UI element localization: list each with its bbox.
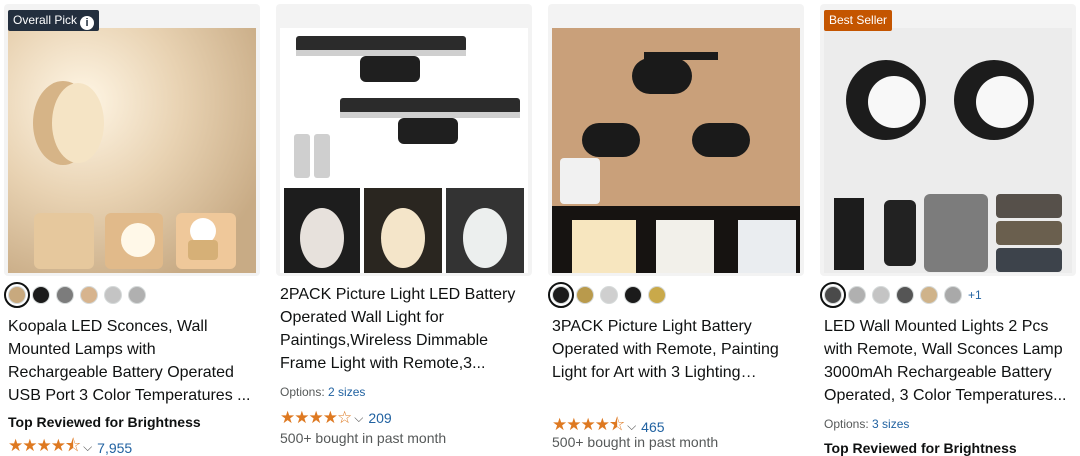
color-swatch[interactable] [128,286,146,304]
chevron-down-icon[interactable]: ⌵ [627,419,636,434]
product-image[interactable] [552,28,800,273]
product-card-4[interactable]: Best Seller +1 LED Wall Mounted Lights 2… [816,0,1078,456]
color-swatch[interactable] [848,286,866,304]
product-card-2[interactable]: 2PACK Picture Light LED Battery Operated… [272,0,534,456]
color-swatch[interactable] [548,282,574,308]
rating-count[interactable]: 209 [368,410,391,426]
chevron-down-icon[interactable]: ⌵ [354,411,363,426]
top-reviewed-label: Top Reviewed for Brightness [8,414,201,430]
color-swatches: +1 [820,282,982,308]
color-swatches [548,282,666,308]
star-rating-icon[interactable]: ★★★★☆ [280,408,352,428]
best-seller-badge[interactable]: Best Seller [824,10,893,31]
product-image[interactable] [280,28,528,273]
options-label: Options: [280,385,325,399]
color-swatch[interactable] [820,282,846,308]
color-swatches [4,282,146,308]
rating-row[interactable]: ★★★★☆ ⌵ 209 [280,408,392,428]
chevron-down-icon[interactable]: ⌵ [83,440,92,455]
color-swatch[interactable] [648,286,666,304]
options-row: Options: 2 sizes [280,385,365,399]
color-swatch[interactable] [32,286,50,304]
top-reviewed-label: Top Reviewed for Brightness [824,440,1017,456]
overall-pick-badge[interactable]: Overall Pick i [8,10,100,31]
product-title[interactable]: Koopala LED Sconces, Wall Mounted Lamps … [8,315,258,407]
badge-label: Overall Pick [13,13,78,27]
rating-row[interactable]: ★★★★⯪ ⌵ 7,955 [8,433,132,456]
color-swatch[interactable] [56,286,74,304]
color-swatch[interactable] [944,286,962,304]
color-swatch[interactable] [104,286,122,304]
options-sizes-link[interactable]: 3 sizes [872,417,909,431]
product-image-frame[interactable]: Best Seller [820,4,1076,276]
star-rating-icon[interactable]: ★★★★⯪ [8,433,81,456]
options-sizes-link[interactable]: 2 sizes [328,385,365,399]
product-image[interactable] [8,28,256,273]
product-title[interactable]: 3PACK Picture Light Battery Operated wit… [552,315,802,384]
color-swatch[interactable] [600,286,618,304]
color-swatch[interactable] [80,286,98,304]
options-label: Options: [824,417,869,431]
badge-label: Best Seller [829,13,888,27]
rating-count[interactable]: 465 [641,419,664,435]
bought-past-month: 500+ bought in past month [280,430,447,446]
color-swatch[interactable] [872,286,890,304]
bought-past-month: 500+ bought in past month [552,434,719,450]
product-title[interactable]: 2PACK Picture Light LED Battery Operated… [280,283,530,375]
product-image-frame[interactable] [276,4,532,276]
info-icon[interactable]: i [80,16,95,30]
product-card-1[interactable]: Overall Pick i Koopala LED Sconces, Wall … [0,0,262,456]
product-card-3[interactable]: 3PACK Picture Light Battery Operated wit… [544,0,806,456]
color-swatch[interactable] [576,286,594,304]
product-image-frame[interactable]: Overall Pick i [4,4,260,276]
color-swatch[interactable] [624,286,642,304]
product-image[interactable] [824,28,1072,273]
product-image-frame[interactable] [548,4,804,276]
rating-count[interactable]: 7,955 [97,440,132,456]
options-row: Options: 3 sizes [824,417,909,431]
more-colors-link[interactable]: +1 [968,288,982,302]
product-title[interactable]: LED Wall Mounted Lights 2 Pcs with Remot… [824,315,1074,407]
color-swatch[interactable] [896,286,914,304]
color-swatch[interactable] [920,286,938,304]
color-swatch[interactable] [4,282,30,308]
